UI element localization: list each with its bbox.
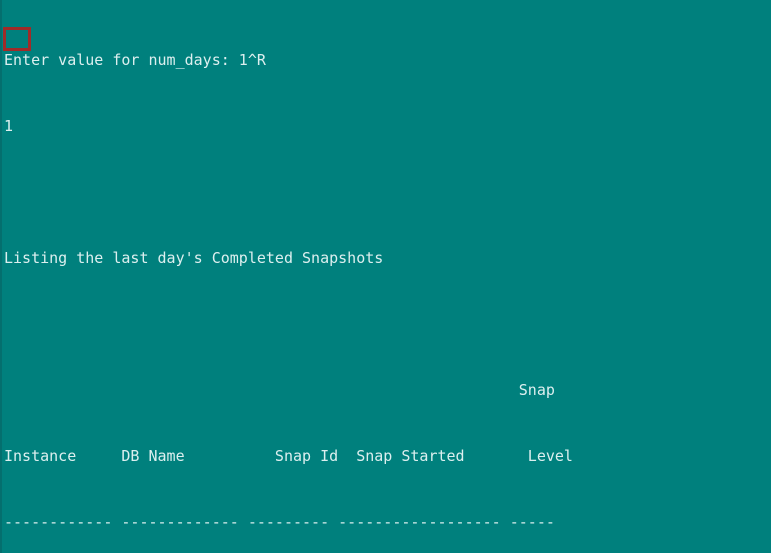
terminal-left-edge: [0, 0, 2, 553]
table-header-line-1: Snap: [4, 381, 555, 399]
prompt-line: Enter value for num_days: 1^R: [4, 51, 266, 69]
terminal-window[interactable]: Enter value for num_days: 1^R 1 Listing …: [0, 0, 771, 553]
blank-line-2: [4, 313, 764, 335]
blank-line-1: [4, 181, 764, 203]
terminal-output: Enter value for num_days: 1^R 1 Listing …: [4, 5, 764, 553]
table-header-separator: ------------ ------------- --------- ---…: [4, 513, 555, 531]
echoed-input-line: 1: [4, 117, 14, 135]
status-line: Listing the last day's Completed Snapsho…: [4, 249, 384, 267]
table-header-line-2: Instance DB Name Snap Id Snap Started Le…: [4, 447, 573, 465]
